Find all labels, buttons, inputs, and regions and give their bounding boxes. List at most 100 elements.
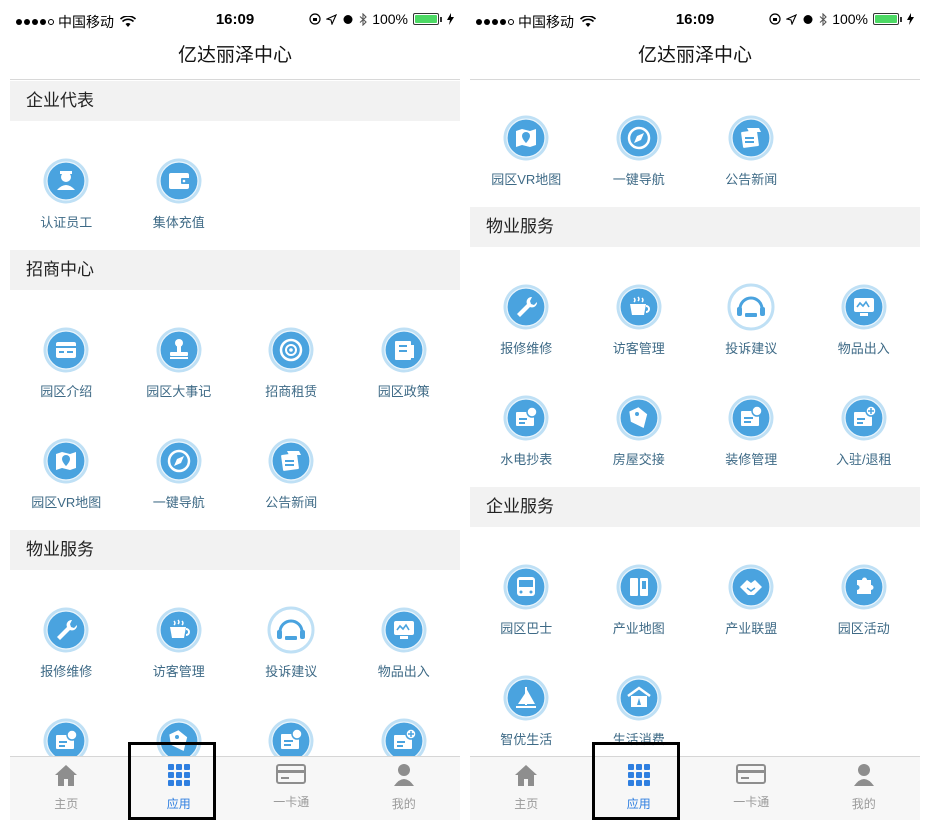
app-tile[interactable]: 报修维修 [10,588,123,699]
tab-grid-apps[interactable]: 应用 [583,757,696,820]
bus-icon [502,545,550,616]
app-tile-label: 物品出入 [377,664,430,679]
app-list[interactable]: 招商中心园区介绍园区大事记招商租赁园区政策园区VR地图一键导航公告新闻物业服务报… [470,81,920,756]
app-tile[interactable]: 访客管理 [583,265,696,376]
app-tile-label: 水电抄表 [500,452,553,467]
app-tile[interactable]: 认证员工 [10,139,123,250]
tab-card[interactable]: 一卡通 [695,757,808,820]
app-grid: 报修维修访客管理投诉建议物品出入水电抄表 房屋交接 装修管理入驻/退租 [470,247,920,487]
wrench-icon [42,588,90,659]
app-tile-label: 入驻/退租 [835,452,892,467]
app-tile[interactable]: 水电抄表 [470,376,583,487]
sail-icon [502,656,550,727]
app-tile-label: 报修维修 [40,664,93,679]
app-tile[interactable]: 园区大事记 [123,308,236,419]
tab-home[interactable]: 主页 [470,757,583,820]
app-tile-label: 招商租赁 [265,384,318,399]
app-tile[interactable]: 公告新闻 [235,419,348,530]
coffee-cup-icon [155,588,203,659]
app-tile[interactable]: 智优生活 [470,656,583,756]
battery-icon [413,13,442,25]
app-tile[interactable]: 产业地图 [583,545,696,656]
app-tile[interactable]: 投诉建议 [695,265,808,376]
move-in-icon [840,376,888,447]
app-tile[interactable]: 园区巴士 [470,545,583,656]
app-tile[interactable]: 装修管理 [695,376,808,487]
monitor-icon [380,588,428,659]
app-grid: 园区巴士 产业地图 产业联盟 园区活动智优生活 生活消费 [470,527,920,756]
app-tile[interactable]: 一键导航 [123,419,236,530]
park-intro-icon [42,308,90,379]
app-tile-label: 园区VR地图 [31,495,102,510]
app-tile[interactable]: 园区介绍 [10,308,123,419]
puzzle-icon [840,545,888,616]
employee-id-icon [42,139,90,210]
book-icon [615,545,663,616]
app-tile[interactable]: 房屋交接 [123,699,236,756]
app-tile[interactable]: 水电抄表 [10,699,123,756]
card-icon [276,763,307,790]
app-tile[interactable]: 园区活动 [808,545,921,656]
app-tile[interactable]: 招商租赁 [235,308,348,419]
wallet-icon [155,139,203,210]
policy-doc-icon [380,308,428,379]
app-tile[interactable]: 一键导航 [583,96,696,207]
monitor-icon [840,265,888,336]
app-tile[interactable]: 入驻/退租 [348,699,461,756]
status-bar: 中国移动 16:09 100% [10,0,460,38]
tab-home[interactable]: 主页 [10,757,123,820]
app-tile-label: 园区活动 [837,621,890,636]
app-grid: 认证员工 集体充值 [10,121,460,250]
app-tile[interactable]: 园区政策 [348,308,461,419]
app-tile[interactable]: 生活消费 [583,656,696,756]
app-tile-label: 园区VR地图 [491,172,562,187]
app-tile-label: 访客管理 [152,664,205,679]
charging-icon [447,13,454,25]
app-tile[interactable]: 集体充值 [123,139,236,250]
person-icon [393,763,415,792]
app-tile[interactable]: 投诉建议 [235,588,348,699]
tab-card[interactable]: 一卡通 [235,757,348,820]
app-tile-label: 房屋交接 [612,452,665,467]
app-tile[interactable]: 房屋交接 [583,376,696,487]
app-tile[interactable]: 访客管理 [123,588,236,699]
map-pin-icon [42,419,90,490]
app-tile[interactable]: 产业联盟 [695,545,808,656]
app-tile-label: 园区政策 [377,384,430,399]
tab-grid-apps[interactable]: 应用 [123,757,236,820]
app-grid: 报修维修 访客管理 投诉建议物品出入水电抄表房屋交接装修管理入驻/退租 [10,570,460,756]
app-tile[interactable]: 园区VR地图 [10,419,123,530]
app-tile-label: 园区介绍 [40,384,93,399]
app-tile[interactable]: 入驻/退租 [808,376,921,487]
app-tile[interactable]: 公告新闻 [695,96,808,207]
app-tile-label: 一键导航 [152,495,205,510]
section-header-investment: 招商中心 [10,250,460,290]
app-tile[interactable]: 园区介绍 [470,81,583,96]
app-tile[interactable]: 物品出入 [808,265,921,376]
map-pin-icon [502,96,550,167]
tab-bar: 主页 应用 一卡通 我的 [10,756,460,820]
app-tile[interactable]: 报修维修 [470,265,583,376]
phone-screen-right: 中国移动 16:09 100% 亿达丽泽中心 招商中心园区介绍园区大事记招商租赁… [470,0,920,820]
tab-label: 一卡通 [733,795,770,809]
app-tile[interactable]: 园区VR地图 [470,96,583,207]
app-tile[interactable]: 招商租赁 [695,81,808,96]
section-header-property: 物业服务 [10,530,460,570]
tab-label: 一卡通 [273,795,310,809]
tab-person[interactable]: 我的 [808,757,921,820]
bluetooth-icon [359,12,367,26]
headset-icon [267,588,315,659]
app-tile-label: 认证员工 [40,215,93,230]
app-list[interactable]: 企业代表 认证员工 集体充值 招商中心 园区介绍 园区大事记 招商租赁 园区政策 园区VR地图 一… [10,81,460,756]
app-tile-label: 园区大事记 [146,384,212,399]
app-tile[interactable]: 园区大事记 [583,81,696,96]
target-icon [267,308,315,379]
app-tile-label: 集体充值 [152,215,205,230]
key-tag-icon [155,699,203,756]
app-tile[interactable]: 装修管理 [235,699,348,756]
tab-person[interactable]: 我的 [348,757,461,820]
nav-bar: 亿达丽泽中心 [10,38,460,80]
app-tile[interactable]: 物品出入 [348,588,461,699]
app-tile[interactable]: 园区政策 [808,81,921,96]
app-tile-label: 一键导航 [612,172,665,187]
